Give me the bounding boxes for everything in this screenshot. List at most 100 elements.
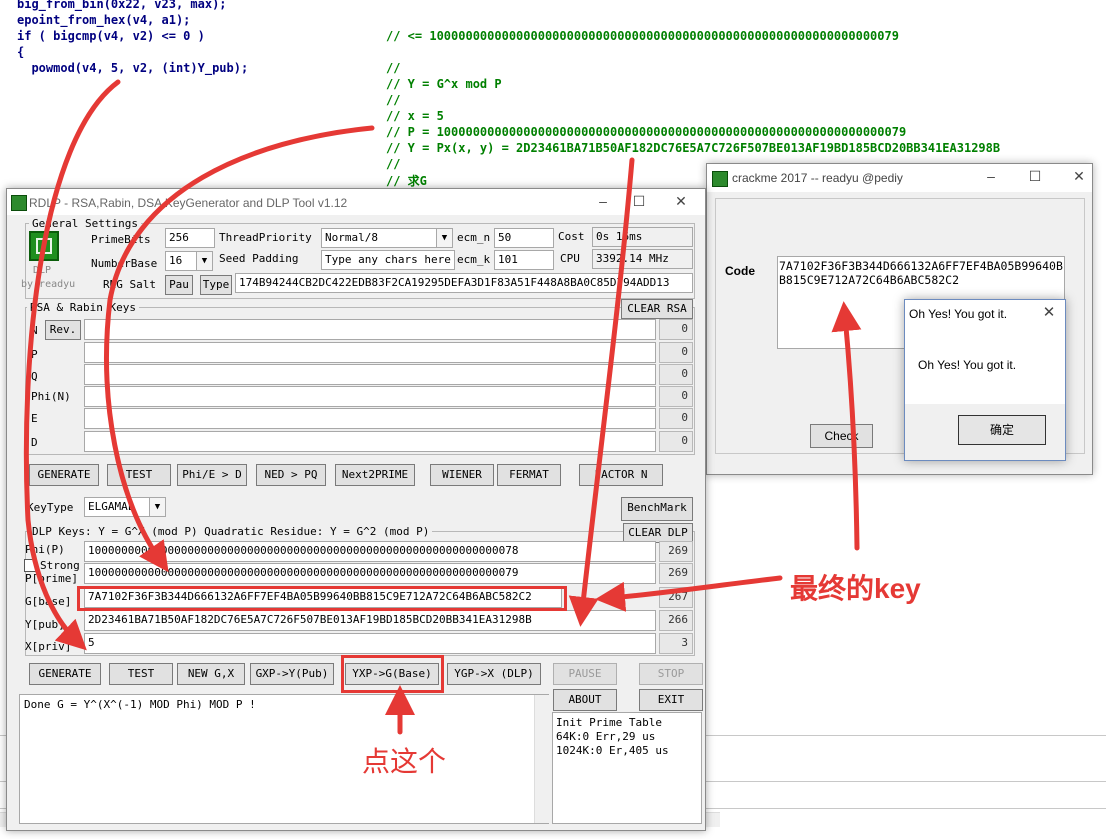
dlp-logo bbox=[29, 231, 59, 261]
dlp-test-button[interactable]: TEST bbox=[109, 663, 173, 685]
dlp-label-y: Y[pub] bbox=[25, 618, 65, 631]
code-label: Code bbox=[725, 264, 755, 278]
next2prime-button[interactable]: Next2PRIME bbox=[335, 464, 415, 486]
rdlp-title: RDLP - RSA,Rabin, DSA KeyGenerator and D… bbox=[29, 196, 348, 210]
pause-rng-button[interactable]: Pau bbox=[165, 275, 193, 295]
ned-pq-button[interactable]: NED > PQ bbox=[256, 464, 326, 486]
phi-e-d-button[interactable]: Phi/E > D bbox=[177, 464, 247, 486]
ygp-x-button[interactable]: YGP->X (DLP) bbox=[447, 663, 541, 685]
rsa-count-p: 0 bbox=[659, 342, 693, 363]
rsa-label-q: Q bbox=[31, 370, 38, 383]
rsa-count-q: 0 bbox=[659, 364, 693, 385]
keytype-label: KeyType bbox=[27, 501, 74, 514]
keytype-select[interactable]: ELGAMAL ▼ bbox=[84, 497, 166, 517]
wiener-button[interactable]: WIENER bbox=[430, 464, 494, 486]
ecm-k-field[interactable]: 101 bbox=[494, 250, 554, 270]
dlp-count-g: 267 bbox=[659, 587, 693, 608]
numberbase-value: 16 bbox=[169, 254, 183, 267]
general-settings-caption: General Settings bbox=[29, 217, 141, 230]
about-button[interactable]: ABOUT bbox=[553, 689, 617, 711]
rsa-label-phi: Phi(N) bbox=[31, 390, 71, 403]
ecm-n-label: ecm_n bbox=[457, 231, 491, 244]
g-base-highlight bbox=[77, 586, 567, 611]
dlp-generate-button[interactable]: GENERATE bbox=[29, 663, 101, 685]
code-comment-7: // Y = Px(x, y) = 2D23461BA71B50AF182DC7… bbox=[386, 141, 1001, 155]
rdlp-titlebar[interactable]: RDLP - RSA,Rabin, DSA KeyGenerator and D… bbox=[7, 189, 705, 215]
chevron-down-icon[interactable]: ▼ bbox=[149, 498, 165, 516]
rsa-label-n: N bbox=[31, 324, 38, 337]
dlp-count-x: 3 bbox=[659, 633, 693, 654]
rsa-test-button[interactable]: TEST bbox=[107, 464, 171, 486]
code-comment-9: // 求G bbox=[386, 174, 427, 188]
dlp-field-p[interactable]: 1000000000000000000000000000000000000000… bbox=[84, 563, 656, 584]
rsa-count-e: 0 bbox=[659, 408, 693, 429]
rng-type-button[interactable]: Type bbox=[200, 275, 232, 295]
dlp-label-phi: Phi(P) bbox=[25, 543, 65, 556]
code-comment-2: // bbox=[386, 61, 401, 75]
rsa-count-d: 0 bbox=[659, 431, 693, 452]
maximize-icon[interactable]: ☐ bbox=[1023, 168, 1047, 185]
check-button[interactable]: Check bbox=[810, 424, 873, 448]
maximize-icon[interactable]: ☐ bbox=[627, 193, 651, 210]
clear-rsa-button[interactable]: CLEAR RSA bbox=[621, 299, 693, 319]
stop-button[interactable]: STOP bbox=[639, 663, 703, 685]
dlp-field-phi[interactable]: 1000000000000000000000000000000000000000… bbox=[84, 541, 656, 562]
rsa-count-n: 0 bbox=[659, 319, 693, 340]
message-box-title: Oh Yes! You got it. bbox=[909, 307, 1008, 321]
log-output[interactable]: Done G = Y^(X^(-1) MOD Phi) MOD P ! bbox=[19, 694, 549, 824]
dlp-field-y[interactable]: 2D23461BA71B50AF182DC76E5A7C726F507BE013… bbox=[84, 610, 656, 631]
exit-button[interactable]: EXIT bbox=[639, 689, 703, 711]
code-line-5: powmod(v4, 5, v2, (int)Y_pub); bbox=[17, 61, 249, 75]
dlp-field-x[interactable]: 5 bbox=[84, 633, 656, 654]
ok-button[interactable]: 确定 bbox=[958, 415, 1046, 445]
minimize-icon[interactable]: – bbox=[979, 168, 1003, 184]
numberbase-label: NumberBase bbox=[91, 257, 158, 270]
rsa-label-p: P bbox=[31, 348, 38, 361]
close-icon[interactable]: ✕ bbox=[669, 193, 693, 210]
threadpriority-label: ThreadPriority bbox=[219, 231, 312, 244]
rsa-field-d[interactable] bbox=[84, 431, 656, 452]
prime-table-output[interactable]: Init Prime Table 64K:0 Err,29 us 1024K:0… bbox=[552, 712, 702, 824]
dlp-label-p: P[prime] bbox=[25, 572, 78, 585]
rsa-field-q[interactable] bbox=[84, 364, 656, 385]
rng-salt-field[interactable]: 174B94244CB2DC422EDB83F2CA19295DEFA3D1F8… bbox=[235, 273, 693, 293]
rsa-field-phi[interactable] bbox=[84, 386, 656, 407]
log-scrollbar[interactable] bbox=[534, 695, 549, 823]
rsa-field-e[interactable] bbox=[84, 408, 656, 429]
dlp-count-p: 269 bbox=[659, 563, 693, 584]
clear-dlp-button[interactable]: CLEAR DLP bbox=[623, 523, 693, 543]
chevron-down-icon[interactable]: ▼ bbox=[196, 252, 212, 270]
rsa-field-p[interactable] bbox=[84, 342, 656, 363]
code-comment-1: // <= 1000000000000000000000000000000000… bbox=[386, 29, 899, 43]
close-icon[interactable]: ✕ bbox=[1067, 168, 1091, 185]
threadpriority-value: Normal/8 bbox=[325, 231, 378, 244]
strong-checkbox[interactable] bbox=[24, 559, 37, 572]
rsa-field-n[interactable] bbox=[84, 319, 656, 340]
app-icon bbox=[11, 195, 27, 211]
new-g-x-button[interactable]: NEW G,X bbox=[177, 663, 245, 685]
strong-label: Strong bbox=[40, 559, 80, 572]
fermat-button[interactable]: FERMAT bbox=[497, 464, 561, 486]
seedpadding-field[interactable]: Type any chars here bbox=[321, 250, 455, 270]
minimize-icon[interactable]: – bbox=[591, 193, 615, 209]
crackme-titlebar[interactable]: crackme 2017 -- readyu @pediy – ☐ ✕ bbox=[707, 164, 1092, 192]
dlp-count-y: 266 bbox=[659, 610, 693, 631]
numberbase-select[interactable]: 16 ▼ bbox=[165, 251, 213, 271]
factor-n-button[interactable]: FACTOR N bbox=[579, 464, 663, 486]
close-icon[interactable]: ✕ bbox=[1037, 303, 1061, 321]
rsa-generate-button[interactable]: GENERATE bbox=[29, 464, 99, 486]
cost-field: 0s 16ms bbox=[592, 227, 693, 247]
rev-button[interactable]: Rev. bbox=[45, 320, 81, 340]
pause-button[interactable]: PAUSE bbox=[553, 663, 617, 685]
chevron-down-icon[interactable]: ▼ bbox=[436, 229, 452, 247]
primebits-field[interactable]: 256 bbox=[165, 228, 215, 248]
logo-caption: DLP bbox=[33, 265, 52, 276]
click-this-annotation: 点这个 bbox=[362, 746, 447, 777]
message-box: Oh Yes! You got it. ✕ Oh Yes! You got it… bbox=[904, 299, 1066, 461]
dlp-label-x: X[priv] bbox=[25, 640, 72, 653]
ecm-n-field[interactable]: 50 bbox=[494, 228, 554, 248]
threadpriority-select[interactable]: Normal/8 ▼ bbox=[321, 228, 453, 248]
benchmark-button[interactable]: BenchMark bbox=[621, 497, 693, 521]
code-comment-6: // P = 100000000000000000000000000000000… bbox=[386, 125, 907, 139]
gxp-y-button[interactable]: GXP->Y(Pub) bbox=[250, 663, 334, 685]
